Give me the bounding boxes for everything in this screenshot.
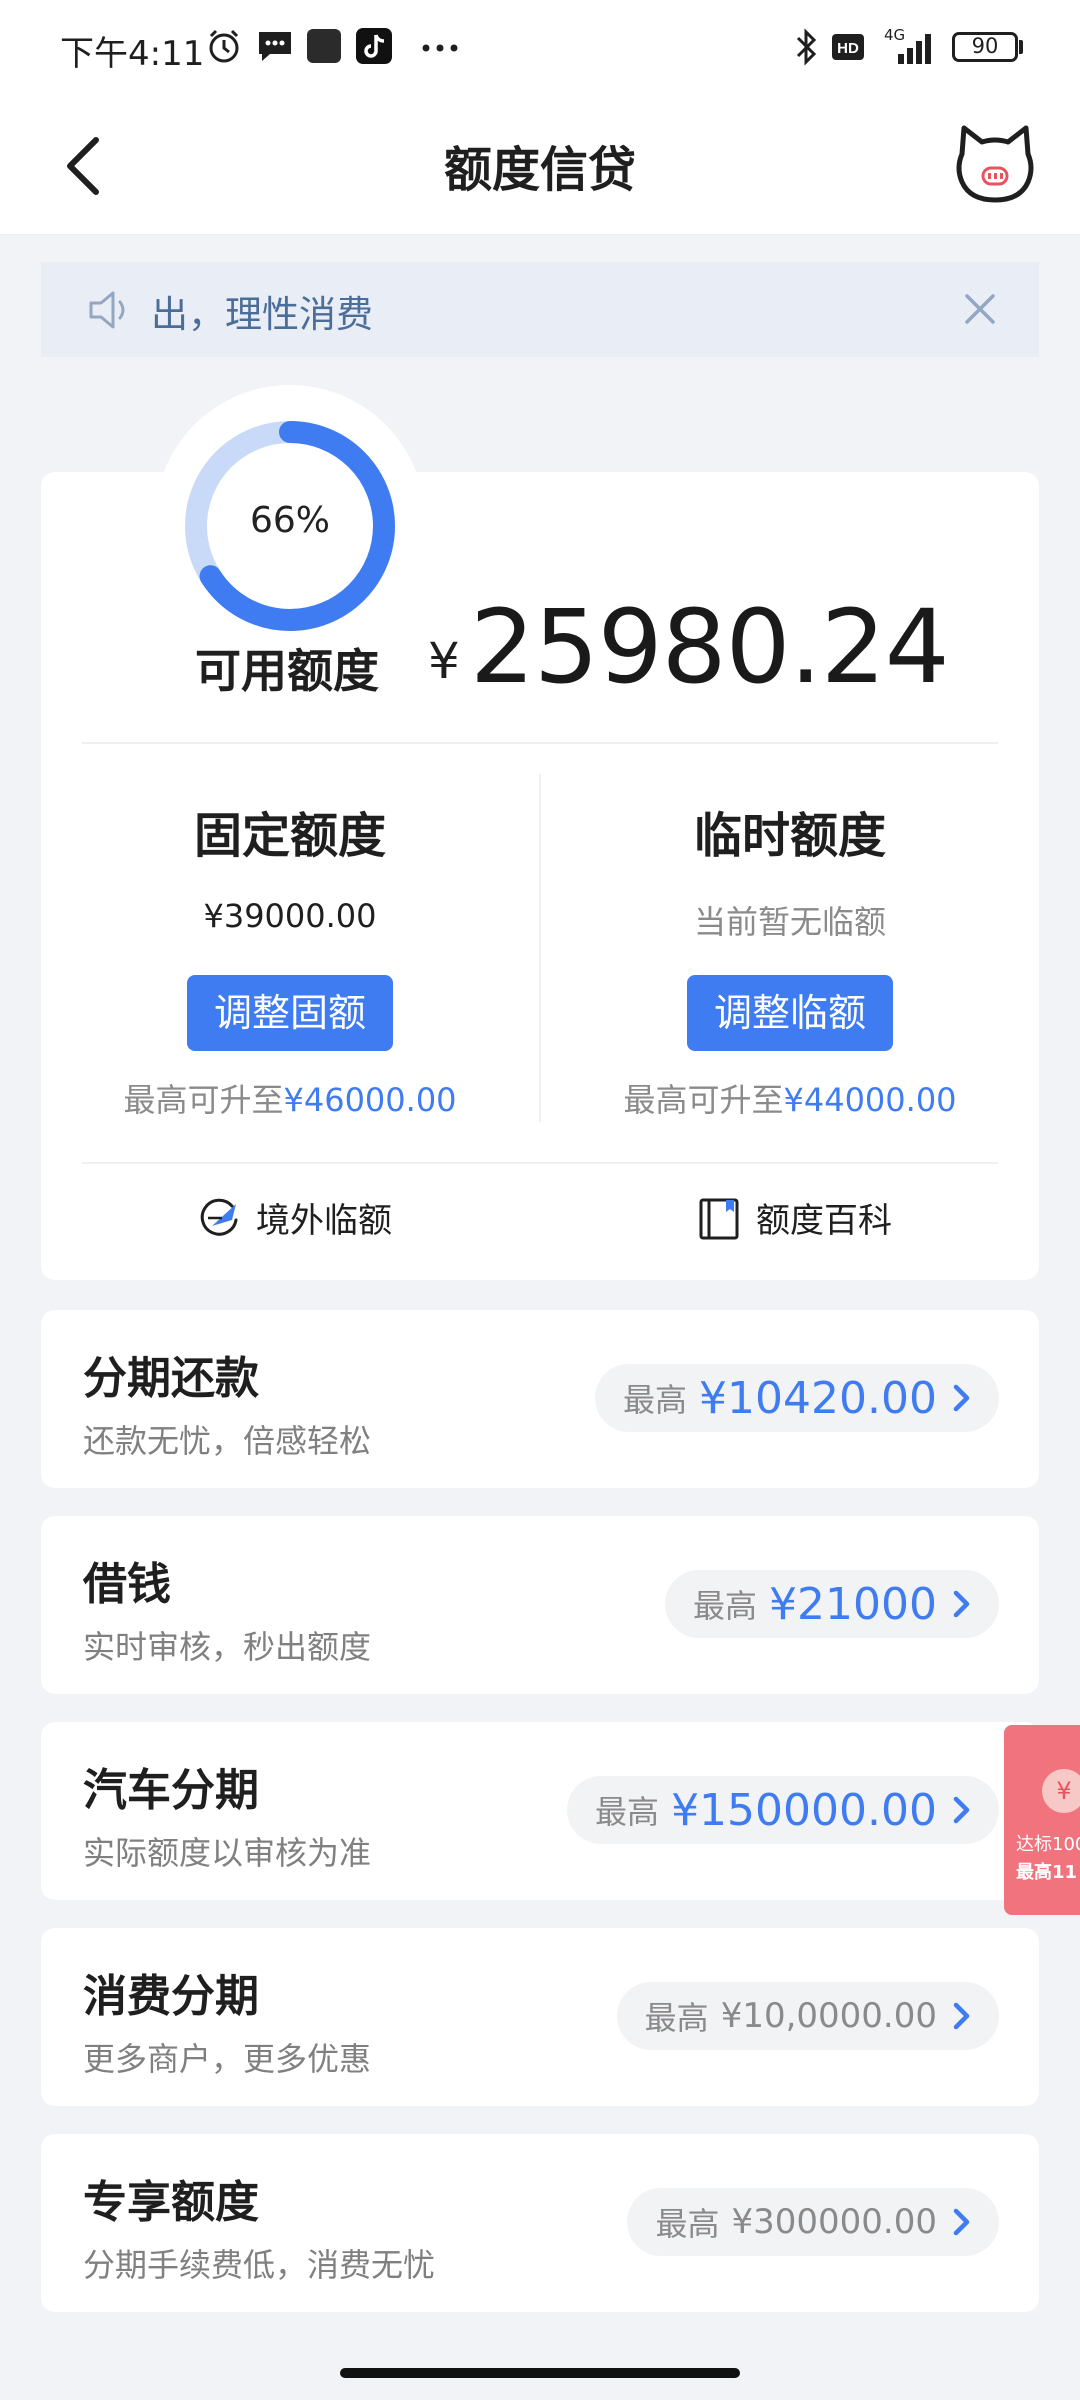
home-indicator[interactable] (340, 2368, 740, 2378)
product-max-pill[interactable]: 最高 ¥10,0000.00 (616, 1982, 999, 2050)
notice-text: 出，理性消费 (151, 293, 373, 336)
fixed-credit-value: ¥39000.00 (203, 897, 377, 935)
pill-value: ¥300000.00 (731, 2202, 938, 2242)
divider (82, 742, 998, 744)
adjust-temp-credit-button[interactable]: 调整临额 (687, 975, 893, 1051)
fixed-credit-section: 固定额度 (41, 796, 539, 866)
pill-prefix: 最高 (693, 1587, 758, 1625)
status-time: 下午4:11 (60, 34, 205, 74)
product-subtitle: 还款无忧，倍感轻松 (83, 1422, 372, 1460)
temp-credit-value-wrap: 当前暂无临额 (541, 897, 1039, 943)
chevron-right-icon (953, 1590, 970, 1618)
fixed-credit-max: 最高可升至¥46000.00 (41, 1075, 539, 1121)
speaker-icon (89, 291, 125, 329)
product-title: 分期还款 (83, 1353, 259, 1404)
svg-text:HD: HD (837, 40, 859, 57)
product-subtitle: 更多商户，更多优惠 (83, 2040, 372, 2078)
product-title: 消费分期 (83, 1971, 259, 2022)
product-card[interactable]: 消费分期 更多商户，更多优惠 最高 ¥10,0000.00 (41, 1928, 1039, 2106)
product-subtitle: 实时审核，秒出额度 (83, 1628, 372, 1666)
temp-max-prefix: 最高可升至 (623, 1081, 784, 1119)
pill-value: ¥10420.00 (699, 1372, 937, 1424)
status-bar: 下午4:11 HD 4G 90 (0, 0, 1080, 96)
product-title: 借钱 (83, 1559, 171, 1610)
product-max-pill[interactable]: 最高 ¥21000 (665, 1570, 999, 1638)
product-max-pill[interactable]: 最高 ¥150000.00 (567, 1776, 999, 1844)
book-icon[interactable] (696, 1196, 742, 1242)
signal-icon (898, 34, 931, 64)
page-title: 额度信贷 (443, 142, 636, 198)
temp-credit-title: 临时额度 (693, 808, 886, 864)
bluetooth-icon (796, 28, 817, 66)
chevron-right-icon (953, 2002, 970, 2030)
badge-text-line2: 最高11 (1016, 1862, 1078, 1883)
pill-prefix: 最高 (595, 1793, 660, 1831)
pill-prefix: 最高 (623, 1381, 688, 1419)
pill-prefix: 最高 (644, 1999, 709, 2037)
product-subtitle: 分期手续费低，消费无忧 (83, 2246, 436, 2284)
pill-value: ¥21000 (769, 1578, 937, 1630)
fixed-credit-value-wrap: ¥39000.00 (41, 897, 539, 935)
floating-red-packet-badge[interactable]: ¥ 达标100 最高11 (1004, 1725, 1080, 1915)
tiktok-icon (356, 28, 392, 64)
available-credit-amount: 25980.24 (470, 588, 950, 707)
cat-mascot-icon[interactable] (950, 120, 1040, 210)
globe-plane-icon[interactable] (196, 1196, 242, 1242)
product-card[interactable]: 分期还款 还款无忧，倍感轻松 最高 ¥10420.00 (41, 1310, 1039, 1488)
battery-icon: 90 (952, 32, 1018, 62)
product-title: 专享额度 (83, 2177, 259, 2228)
chevron-right-icon (953, 1384, 970, 1412)
app-icon (307, 29, 341, 63)
fixed-max-prefix: 最高可升至 (123, 1081, 284, 1119)
temp-credit-section: 临时额度 (541, 796, 1039, 866)
product-max-pill[interactable]: 最高 ¥10420.00 (595, 1364, 999, 1432)
notice-banner: 出，理性消费 (41, 262, 1039, 357)
product-card[interactable]: 专享额度 分期手续费低，消费无忧 最高 ¥300000.00 (41, 2134, 1039, 2312)
pill-value: ¥10,0000.00 (720, 1996, 937, 2036)
fixed-credit-title: 固定额度 (193, 808, 386, 864)
product-title: 汽车分期 (83, 1765, 259, 1816)
chevron-right-icon (953, 2208, 970, 2236)
adjust-fixed-credit-button[interactable]: 调整固额 (187, 975, 393, 1051)
message-icon (259, 32, 291, 61)
close-icon[interactable] (957, 286, 1003, 332)
badge-text-line1: 达标100 (1016, 1834, 1080, 1855)
temp-max-value: ¥44000.00 (783, 1081, 957, 1119)
nav-bar: 额度信贷 (0, 96, 1080, 235)
battery-tip (1019, 40, 1023, 54)
hd-icon: HD (832, 34, 864, 60)
battery-level: 90 (971, 34, 999, 58)
overseas-temp-credit-link[interactable]: 境外临额 (256, 1193, 392, 1242)
product-card[interactable]: 借钱 实时审核，秒出额度 最高 ¥21000 (41, 1516, 1039, 1694)
chevron-right-icon (953, 1796, 970, 1824)
divider (82, 1162, 998, 1164)
pill-prefix: 最高 (655, 2205, 720, 2243)
temp-credit-max: 最高可升至¥44000.00 (541, 1075, 1039, 1121)
product-card[interactable]: 汽车分期 实际额度以审核为准 最高 ¥150000.00 (41, 1722, 1039, 1900)
temp-credit-value: 当前暂无临额 (693, 903, 886, 941)
fixed-max-value: ¥46000.00 (283, 1081, 457, 1119)
usage-percent-label: 66% (249, 500, 330, 541)
alarm-icon (209, 29, 239, 63)
available-credit-label: 可用额度 (195, 644, 379, 698)
more-icon (422, 44, 458, 52)
product-subtitle: 实际额度以审核为准 (83, 1834, 372, 1872)
coin-icon: ¥ (1042, 1769, 1080, 1813)
product-max-pill[interactable]: 最高 ¥300000.00 (627, 2188, 999, 2256)
credit-wiki-link[interactable]: 额度百科 (756, 1193, 892, 1242)
pill-value: ¥150000.00 (671, 1784, 937, 1836)
currency-symbol: ¥ (428, 632, 460, 690)
